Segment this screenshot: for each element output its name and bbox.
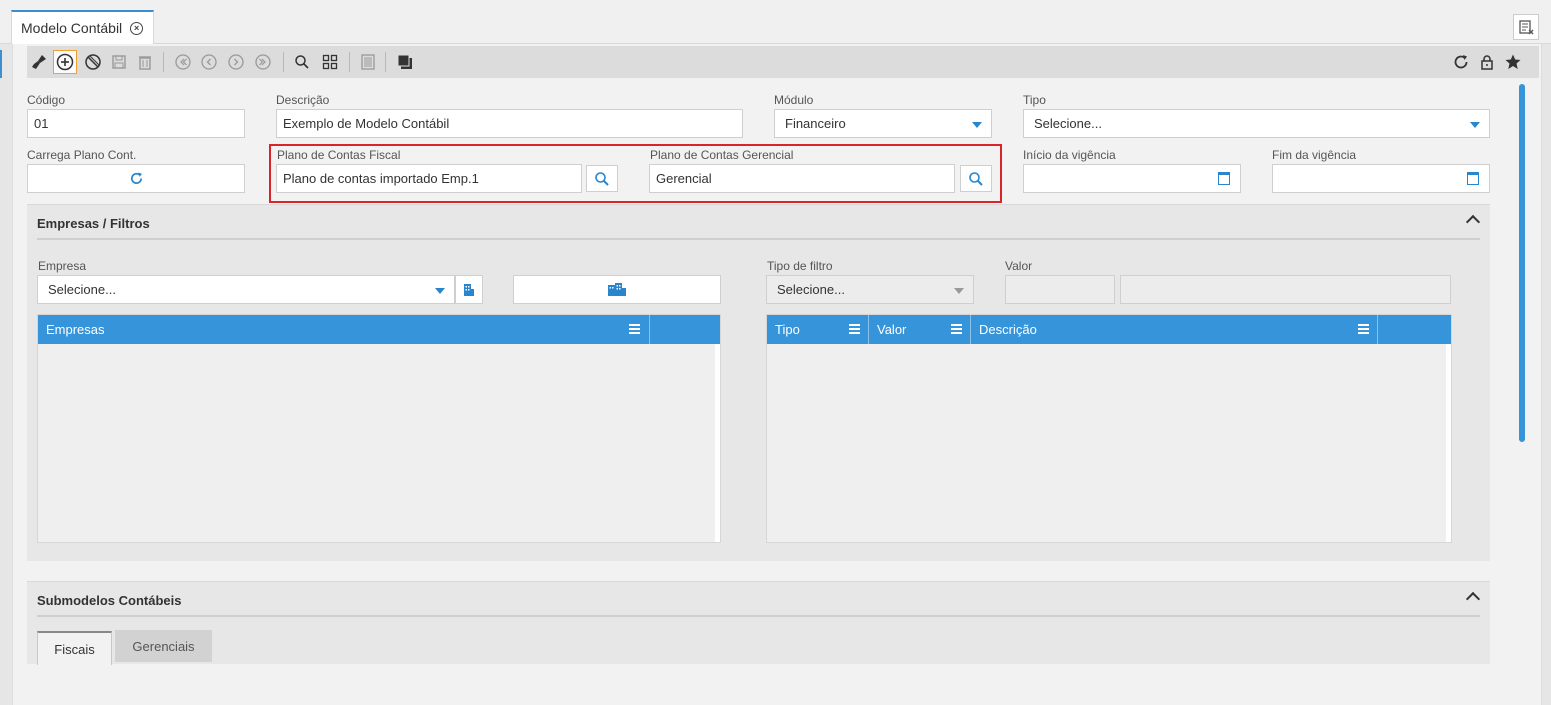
carrega-plano-button[interactable] (27, 164, 245, 193)
empresas-grid: Empresas (37, 314, 721, 543)
last-icon[interactable] (251, 50, 275, 74)
column-menu-icon[interactable] (1358, 324, 1369, 334)
column-label: Empresas (46, 322, 105, 337)
plano-gerencial-value: Gerencial (656, 171, 712, 186)
column-menu-icon[interactable] (849, 324, 860, 334)
carrega-plano-label: Carrega Plano Cont. (27, 148, 137, 162)
document-list-icon[interactable] (1513, 14, 1539, 40)
empresas-filtros-panel: Empresas / Filtros Empresa Selecione... … (27, 204, 1490, 561)
tab-title: Modelo Contábil (21, 20, 123, 36)
buildings-icon (608, 282, 626, 296)
chevron-down-icon (435, 288, 445, 294)
tipo-filtro-select[interactable]: Selecione... (766, 275, 974, 304)
codigo-field[interactable]: 01 (27, 109, 245, 138)
tipo-filtro-label: Tipo de filtro (767, 259, 833, 273)
grid-column-valor[interactable]: Valor (869, 315, 971, 344)
refresh-icon[interactable] (1449, 50, 1473, 74)
broom-icon[interactable] (27, 50, 51, 74)
tipo-filtro-value: Selecione... (777, 282, 845, 297)
vertical-scrollbar[interactable] (1519, 84, 1525, 442)
plano-fiscal-value: Plano de contas importado Emp.1 (283, 171, 479, 186)
lock-icon[interactable] (1475, 50, 1499, 74)
cancel-icon[interactable] (81, 50, 105, 74)
add-icon[interactable] (53, 50, 77, 74)
fim-vigencia-label: Fim da vigência (1272, 148, 1357, 162)
next-icon[interactable] (224, 50, 248, 74)
tipo-select[interactable]: Selecione... (1023, 109, 1490, 138)
filtros-grid: Tipo Valor Descrição (766, 314, 1452, 543)
refresh-icon (130, 172, 142, 184)
first-icon[interactable] (171, 50, 195, 74)
inicio-vigencia-label: Início da vigência (1023, 148, 1116, 162)
calendar-icon[interactable] (1218, 172, 1230, 185)
plano-gerencial-search-button[interactable] (960, 165, 992, 192)
tipo-label: Tipo (1023, 93, 1046, 107)
modulo-label: Módulo (774, 93, 814, 107)
left-accent (0, 50, 2, 78)
chevron-down-icon (954, 288, 964, 294)
column-label: Descrição (979, 322, 1037, 337)
grid-header: Empresas (38, 315, 720, 344)
panel-title: Empresas / Filtros (37, 216, 150, 231)
column-label: Valor (877, 322, 907, 337)
search-icon[interactable] (290, 50, 314, 74)
search-icon (595, 171, 609, 186)
valor-label: Valor (1005, 259, 1033, 273)
tipo-value: Selecione... (1034, 116, 1102, 131)
column-menu-icon[interactable] (629, 324, 640, 334)
descricao-value: Exemplo de Modelo Contábil (283, 116, 450, 131)
modulo-value: Financeiro (785, 116, 846, 131)
chevron-down-icon (1470, 122, 1480, 128)
toolbar (27, 46, 1539, 78)
tab-gerenciais[interactable]: Gerenciais (115, 630, 212, 662)
chevron-up-icon[interactable] (1465, 591, 1481, 607)
plano-gerencial-label: Plano de Contas Gerencial (650, 148, 794, 162)
copy-icon[interactable] (393, 50, 417, 74)
save-icon[interactable] (107, 50, 131, 74)
column-menu-icon[interactable] (951, 324, 962, 334)
tab-modelo-contabil[interactable]: Modelo Contábil × (11, 10, 154, 44)
grid-column-descricao[interactable]: Descrição (971, 315, 1378, 344)
building-icon (464, 283, 474, 296)
tab-bar: Modelo Contábil × (0, 0, 1551, 44)
close-icon[interactable]: × (130, 21, 144, 35)
calendar-icon[interactable] (1467, 172, 1479, 185)
chevron-up-icon[interactable] (1465, 214, 1481, 230)
submodelos-panel: Submodelos Contábeis Fiscais Gerenciais (27, 581, 1490, 665)
modulo-select[interactable]: Financeiro (774, 109, 992, 138)
empresa-value: Selecione... (48, 282, 116, 297)
column-label: Tipo (775, 322, 800, 337)
search-icon (969, 171, 983, 186)
empresa-label: Empresa (38, 259, 87, 273)
add-empresas-button[interactable] (513, 275, 721, 304)
tab-fiscais[interactable]: Fiscais (37, 631, 112, 665)
star-icon[interactable] (1501, 50, 1525, 74)
plano-gerencial-field[interactable]: Gerencial (649, 164, 955, 193)
codigo-value: 01 (34, 116, 49, 131)
previous-icon[interactable] (197, 50, 221, 74)
fim-vigencia-field[interactable] (1272, 164, 1490, 193)
main-area: Código 01 Descrição Exemplo de Modelo Co… (12, 44, 1542, 705)
descricao-field[interactable]: Exemplo de Modelo Contábil (276, 109, 743, 138)
delete-icon[interactable] (133, 50, 157, 74)
descricao-label: Descrição (276, 93, 330, 107)
report-icon[interactable] (356, 50, 380, 74)
plano-fiscal-search-button[interactable] (586, 165, 618, 192)
chevron-down-icon (972, 122, 982, 128)
codigo-label: Código (27, 93, 66, 107)
empresa-lookup-button[interactable] (455, 275, 483, 304)
valor-field[interactable] (1005, 275, 1115, 304)
panel-title: Submodelos Contábeis (37, 593, 182, 608)
plano-fiscal-label: Plano de Contas Fiscal (277, 148, 401, 162)
grid-column-tipo[interactable]: Tipo (767, 315, 869, 344)
grid-header: Tipo Valor Descrição (767, 315, 1451, 344)
valor-descricao-field[interactable] (1120, 275, 1451, 304)
plano-fiscal-field[interactable]: Plano de contas importado Emp.1 (276, 164, 582, 193)
grid-icon[interactable] (318, 50, 342, 74)
empresa-select[interactable]: Selecione... (37, 275, 455, 304)
grid-column-empresas[interactable]: Empresas (38, 315, 650, 344)
inicio-vigencia-field[interactable] (1023, 164, 1241, 193)
